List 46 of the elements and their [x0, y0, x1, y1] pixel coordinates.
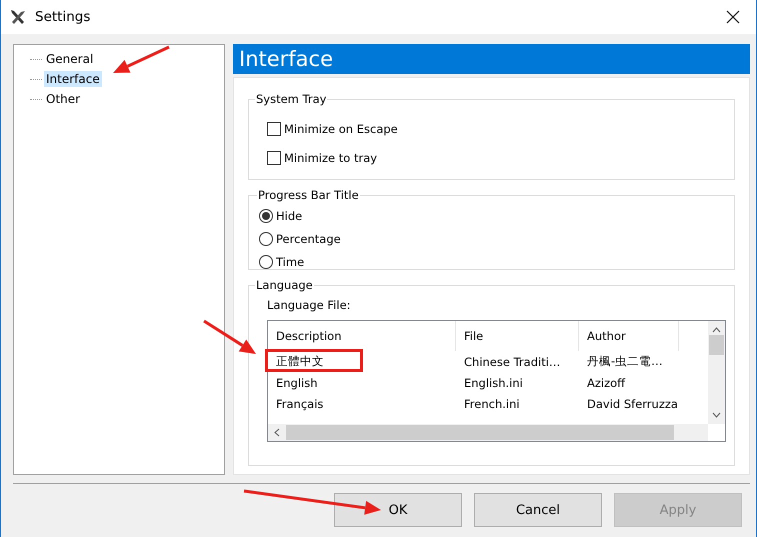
table-cell: David Sferruzza: [587, 396, 678, 410]
table-cell: English: [276, 376, 318, 390]
arrow-icon: [113, 46, 170, 73]
scroll-down-icon[interactable]: [712, 412, 721, 418]
scroll-thumb[interactable]: [709, 335, 724, 355]
group-title: Progress Bar Title: [257, 188, 360, 202]
checkbox-label: Minimize to tray: [284, 150, 378, 164]
radio-button[interactable]: [259, 208, 273, 222]
tree-item[interactable]: Other: [44, 91, 82, 107]
table-cell: English.ini: [464, 376, 523, 390]
checkbox-label: Minimize on Escape: [284, 122, 398, 136]
column-header[interactable]: File: [456, 321, 579, 351]
horizontal-scrollbar[interactable]: [268, 424, 708, 441]
scroll-left-icon[interactable]: [274, 428, 280, 437]
scroll-thumb[interactable]: [286, 425, 674, 440]
tree-item[interactable]: General: [44, 51, 96, 67]
checkbox[interactable]: [267, 122, 281, 136]
vertical-scrollbar[interactable]: [708, 321, 725, 424]
page-header: Interface: [233, 44, 750, 74]
table-cell: 正體中文: [276, 354, 324, 368]
tools-icon: [9, 8, 27, 26]
radio-label: Hide: [276, 208, 302, 222]
language-list[interactable]: Description File Author 正體中文 Chinese Traditi… 丹楓-虫二電… English English.ini Azizoff Français French.ini David Sferruzza: [267, 320, 726, 442]
radio-label: Time: [276, 254, 304, 268]
radio-button[interactable]: [259, 254, 273, 268]
table-cell: Chinese Traditi…: [464, 354, 560, 368]
group-title: System Tray: [255, 92, 328, 106]
table-cell: Azizoff: [587, 376, 626, 390]
group-title: Language: [255, 278, 314, 292]
checkbox[interactable]: [267, 150, 281, 164]
window-title: Settings: [35, 9, 92, 25]
field-label: Language File:: [267, 298, 352, 312]
column-header[interactable]: Author: [579, 321, 679, 351]
dialog-button[interactable]: Cancel: [474, 493, 602, 527]
arrow-icon: [244, 490, 381, 515]
table-cell: Français: [276, 396, 324, 410]
arrow-icon: [203, 320, 256, 354]
table-cell: French.ini: [464, 396, 520, 410]
close-icon[interactable]: [726, 10, 740, 24]
table-cell: 丹楓-虫二電…: [587, 354, 663, 368]
column-header[interactable]: Description: [268, 321, 456, 351]
radio-button[interactable]: [259, 232, 273, 246]
scroll-up-icon[interactable]: [712, 327, 721, 333]
radio-label: Percentage: [276, 232, 341, 246]
tree-item[interactable]: Interface: [44, 71, 102, 87]
dialog-button[interactable]: OK: [334, 493, 462, 527]
